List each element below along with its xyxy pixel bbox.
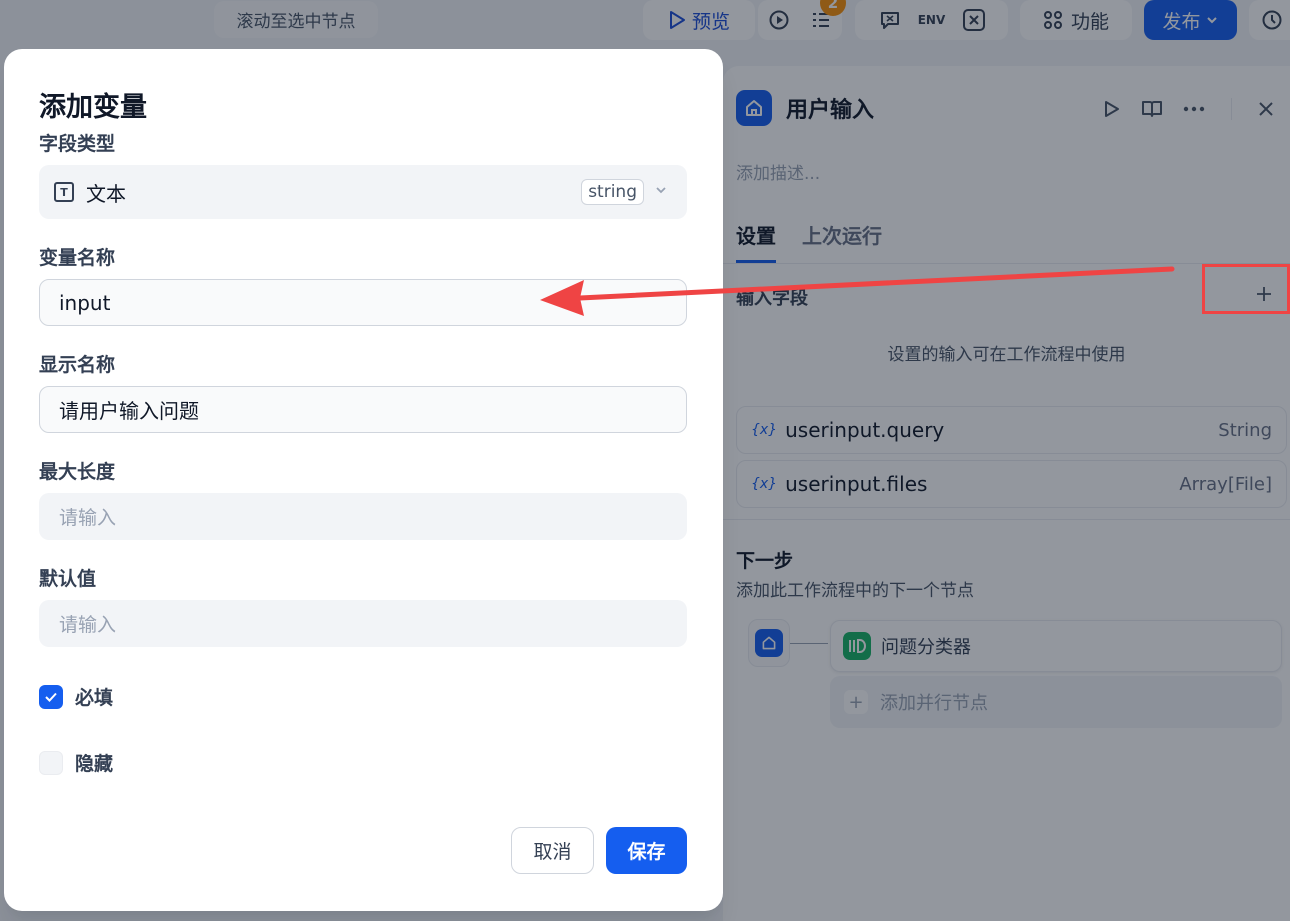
field-type-label: 字段类型 xyxy=(39,133,116,155)
hidden-checkbox[interactable] xyxy=(39,750,63,775)
display-name-input[interactable]: 请用户输入问题 xyxy=(39,386,687,433)
default-value-input[interactable]: 请输入 xyxy=(39,600,687,647)
max-length-input[interactable]: 请输入 xyxy=(39,493,687,540)
annotation-highlight-box xyxy=(1202,264,1290,314)
variable-name-input[interactable]: input xyxy=(39,279,687,326)
required-checkbox[interactable] xyxy=(39,684,63,709)
text-type-icon: T xyxy=(54,182,74,202)
field-type-value: 文本 xyxy=(86,181,126,206)
required-label: 必填 xyxy=(75,687,114,709)
default-value-label: 默认值 xyxy=(39,568,97,590)
field-type-tag: string xyxy=(581,179,644,205)
check-icon xyxy=(45,692,57,702)
hidden-checkbox-row[interactable]: 隐藏 xyxy=(39,749,113,776)
chevron-down-icon xyxy=(654,183,668,201)
variable-name-label: 变量名称 xyxy=(39,247,116,269)
required-checkbox-row[interactable]: 必填 xyxy=(39,683,113,710)
field-type-select[interactable]: T 文本 string xyxy=(39,165,687,219)
dialog-title: 添加变量 xyxy=(39,92,147,123)
save-button[interactable]: 保存 xyxy=(606,827,687,874)
cancel-button[interactable]: 取消 xyxy=(511,827,594,874)
add-variable-dialog: 添加变量 字段类型 T 文本 string 变量名称 input 显示名称 请用… xyxy=(4,49,723,911)
max-length-label: 最大长度 xyxy=(39,461,116,483)
hidden-label: 隐藏 xyxy=(75,753,114,775)
display-name-label: 显示名称 xyxy=(39,354,116,376)
